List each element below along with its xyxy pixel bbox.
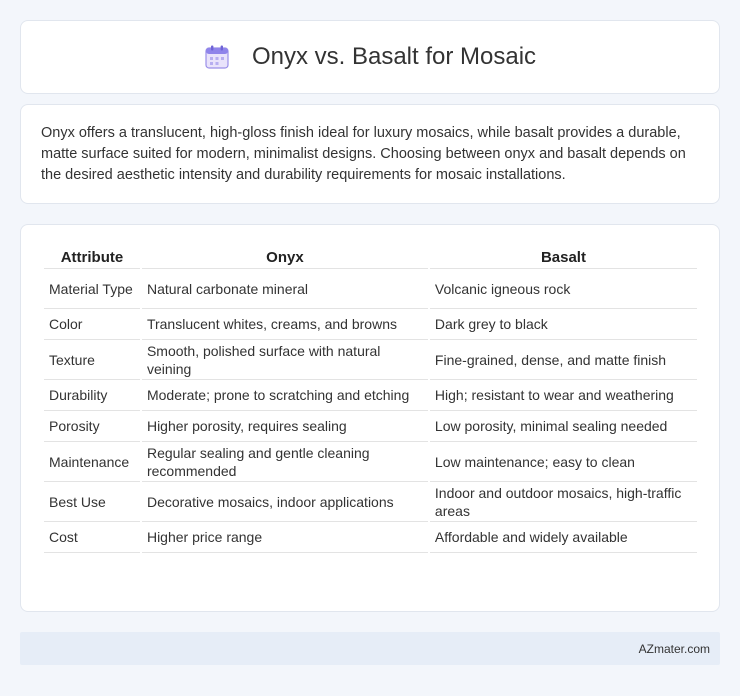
- onyx-cell: Natural carbonate mineral: [141, 269, 428, 309]
- intro-paragraph: Onyx offers a translucent, high-gloss fi…: [41, 125, 686, 183]
- basalt-cell: Volcanic igneous rock: [429, 269, 697, 309]
- table-header-row: Attribute Onyx Basalt: [44, 245, 697, 269]
- onyx-cell: Moderate; prone to scratching and etchin…: [141, 380, 428, 411]
- onyx-cell: Higher porosity, requires sealing: [141, 411, 428, 442]
- basalt-cell: Low maintenance; easy to clean: [429, 442, 697, 482]
- attribute-cell: Cost: [44, 522, 140, 553]
- comparison-table: Attribute Onyx Basalt Material Type Natu…: [42, 245, 699, 553]
- title-card: Onyx vs. Basalt for Mosaic: [20, 20, 720, 94]
- attribute-cell: Maintenance: [44, 442, 140, 482]
- basalt-cell: Low porosity, minimal sealing needed: [429, 411, 697, 442]
- table-row: Porosity Higher porosity, requires seali…: [44, 411, 697, 442]
- onyx-cell: Decorative mosaics, indoor applications: [141, 482, 428, 522]
- onyx-cell: Translucent whites, creams, and browns: [141, 309, 428, 340]
- basalt-cell: Fine-grained, dense, and matte finish: [429, 340, 697, 380]
- basalt-cell: Affordable and widely available: [429, 522, 697, 553]
- onyx-cell: Higher price range: [141, 522, 428, 553]
- onyx-cell: Regular sealing and gentle cleaning reco…: [141, 442, 428, 482]
- table-row: Best Use Decorative mosaics, indoor appl…: [44, 482, 697, 522]
- column-header-onyx: Onyx: [141, 245, 428, 269]
- attribute-cell: Color: [44, 309, 140, 340]
- table-row: Maintenance Regular sealing and gentle c…: [44, 442, 697, 482]
- column-header-attribute: Attribute: [44, 245, 140, 269]
- onyx-cell: Smooth, polished surface with natural ve…: [141, 340, 428, 380]
- attribute-cell: Best Use: [44, 482, 140, 522]
- column-header-basalt: Basalt: [429, 245, 697, 269]
- basalt-cell: Indoor and outdoor mosaics, high-traffic…: [429, 482, 697, 522]
- table-row: Texture Smooth, polished surface with na…: [44, 340, 697, 380]
- footer-brand: AZmater.com: [638, 641, 710, 656]
- table-row: Durability Moderate; prone to scratching…: [44, 380, 697, 411]
- page-title: Onyx vs. Basalt for Mosaic: [251, 43, 537, 70]
- intro-card: Onyx offers a translucent, high-gloss fi…: [20, 104, 720, 204]
- attribute-cell: Porosity: [44, 411, 140, 442]
- comparison-card: Attribute Onyx Basalt Material Type Natu…: [20, 224, 720, 612]
- calendar-icon: [204, 44, 230, 70]
- attribute-cell: Durability: [44, 380, 140, 411]
- attribute-cell: Texture: [44, 340, 140, 380]
- table-row: Material Type Natural carbonate mineral …: [44, 269, 697, 309]
- basalt-cell: High; resistant to wear and weathering: [429, 380, 697, 411]
- basalt-cell: Dark grey to black: [429, 309, 697, 340]
- table-row: Cost Higher price range Affordable and w…: [44, 522, 697, 553]
- attribute-cell: Material Type: [44, 269, 140, 309]
- footer: AZmater.com: [20, 632, 720, 665]
- table-row: Color Translucent whites, creams, and br…: [44, 309, 697, 340]
